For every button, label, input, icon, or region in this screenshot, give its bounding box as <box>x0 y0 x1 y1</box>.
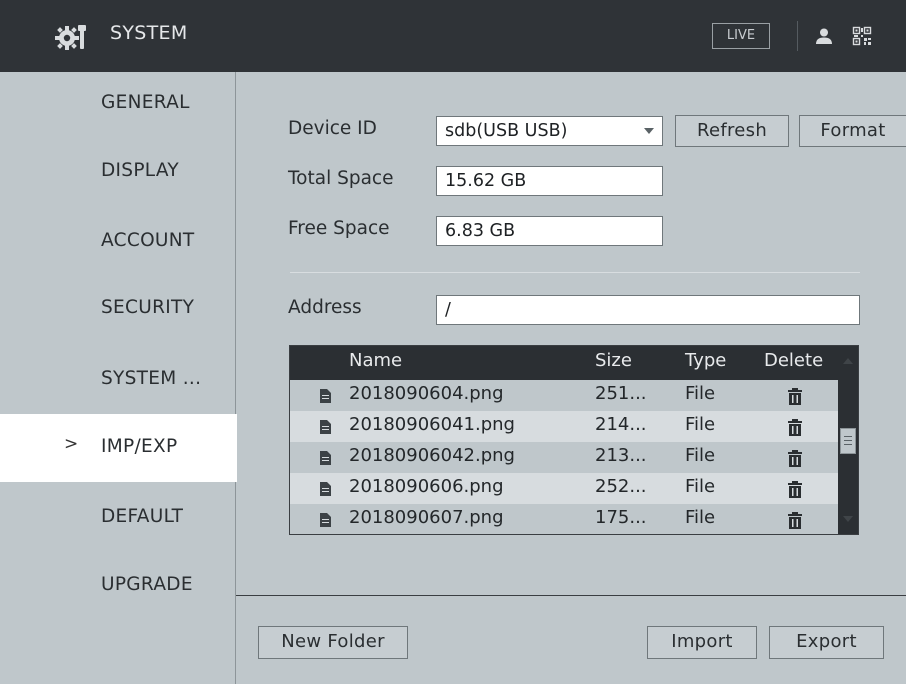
sidebar-item-system-info[interactable]: SYSTEM ... <box>0 346 236 414</box>
sidebar-item-label: SECURITY <box>101 297 195 318</box>
trash-icon[interactable] <box>787 388 803 405</box>
section-divider <box>290 272 860 273</box>
table-scrollbar[interactable] <box>838 346 858 534</box>
chevron-down-icon <box>644 128 654 134</box>
file-icon <box>320 513 331 527</box>
file-icon <box>320 389 331 403</box>
trash-icon[interactable] <box>787 419 803 436</box>
header-divider <box>797 21 798 51</box>
import-button[interactable]: Import <box>647 626 757 659</box>
format-button[interactable]: Format <box>799 115 906 147</box>
sidebar-item-imp-exp[interactable]: > IMP/EXP <box>0 414 237 482</box>
file-name: 2018090604.png <box>349 383 504 404</box>
file-type: File <box>685 476 716 497</box>
footer-divider <box>236 595 906 596</box>
file-type: File <box>685 507 716 528</box>
address-input[interactable]: / <box>436 295 860 325</box>
free-space-field: 6.83 GB <box>436 216 663 246</box>
table-row[interactable]: 2018090604.png 251... File <box>290 380 838 411</box>
sidebar-item-label: DISPLAY <box>101 160 179 181</box>
new-folder-button[interactable]: New Folder <box>258 626 408 659</box>
file-type: File <box>685 414 716 435</box>
file-name: 2018090607.png <box>349 507 504 528</box>
file-icon <box>320 451 331 465</box>
device-id-label: Device ID <box>288 118 377 139</box>
sidebar-item-display[interactable]: DISPLAY <box>0 140 236 208</box>
trash-icon[interactable] <box>787 481 803 498</box>
sidebar: GENERAL DISPLAY ACCOUNT SECURITY SYSTEM … <box>0 72 237 684</box>
device-id-value: sdb(USB USB) <box>445 121 568 141</box>
file-size: 175... <box>595 507 647 528</box>
trash-icon[interactable] <box>787 512 803 529</box>
table-row[interactable]: 20180906042.png 213... File <box>290 442 838 473</box>
file-name: 20180906041.png <box>349 414 515 435</box>
file-type: File <box>685 445 716 466</box>
chevron-right-icon: > <box>64 434 79 454</box>
file-name: 2018090606.png <box>349 476 504 497</box>
page-title: SYSTEM <box>110 22 188 44</box>
file-icon <box>320 482 331 496</box>
gear-icon <box>55 25 86 50</box>
address-label: Address <box>288 297 362 318</box>
sidebar-item-security[interactable]: SECURITY <box>0 277 236 345</box>
file-table: Name Size Type Delete 2018090604.png 251… <box>289 345 859 535</box>
sidebar-item-label: UPGRADE <box>101 574 193 595</box>
user-icon[interactable] <box>814 26 834 46</box>
table-row[interactable]: 20180906041.png 214... File <box>290 411 838 442</box>
table-row[interactable]: 2018090606.png 252... File <box>290 473 838 504</box>
sidebar-item-label: DEFAULT <box>101 506 184 527</box>
scrollbar-thumb[interactable] <box>840 428 856 454</box>
sidebar-item-general[interactable]: GENERAL <box>0 72 236 140</box>
file-type: File <box>685 383 716 404</box>
sidebar-item-label: IMP/EXP <box>101 436 178 457</box>
top-bar: SYSTEM LIVE <box>0 0 906 72</box>
column-header-type[interactable]: Type <box>685 350 726 371</box>
file-size: 251... <box>595 383 647 404</box>
sidebar-item-label: GENERAL <box>101 92 190 113</box>
device-id-select[interactable]: sdb(USB USB) <box>436 116 663 146</box>
scroll-down-icon[interactable] <box>843 516 853 522</box>
export-button[interactable]: Export <box>769 626 884 659</box>
live-button[interactable]: LIVE <box>712 23 770 49</box>
scroll-up-icon[interactable] <box>843 358 853 364</box>
sidebar-item-label: SYSTEM ... <box>101 368 202 389</box>
total-space-label: Total Space <box>288 168 394 189</box>
sidebar-item-account[interactable]: ACCOUNT <box>0 208 236 276</box>
file-icon <box>320 420 331 434</box>
file-size: 213... <box>595 445 647 466</box>
column-header-size[interactable]: Size <box>595 350 632 371</box>
sidebar-item-label: ACCOUNT <box>101 230 195 251</box>
total-space-field: 15.62 GB <box>436 166 663 196</box>
table-header: Name Size Type Delete <box>290 346 838 380</box>
free-space-label: Free Space <box>288 218 390 239</box>
file-name: 20180906042.png <box>349 445 515 466</box>
qr-code-icon[interactable] <box>852 26 872 46</box>
trash-icon[interactable] <box>787 450 803 467</box>
column-header-name[interactable]: Name <box>349 350 402 371</box>
sidebar-item-default[interactable]: DEFAULT <box>0 482 236 550</box>
column-header-delete: Delete <box>764 350 824 371</box>
file-size: 252... <box>595 476 647 497</box>
table-row[interactable]: 2018090607.png 175... File <box>290 504 838 534</box>
refresh-button[interactable]: Refresh <box>675 115 789 147</box>
sidebar-item-upgrade[interactable]: UPGRADE <box>0 550 236 618</box>
file-size: 214... <box>595 414 647 435</box>
